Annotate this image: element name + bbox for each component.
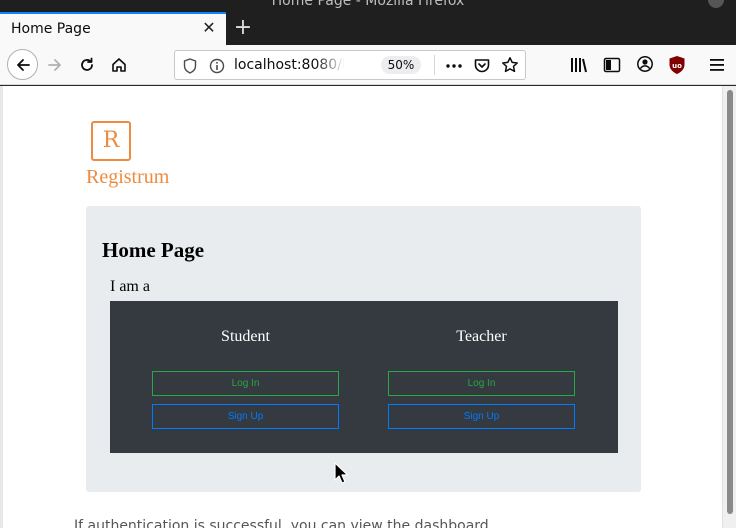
back-button[interactable] [7, 49, 38, 80]
bookmark-star-icon[interactable] [501, 56, 519, 74]
more-actions-icon[interactable] [445, 57, 463, 75]
page-title: Home Page [102, 238, 205, 262]
student-role-title: Student [221, 328, 270, 345]
reload-button[interactable] [73, 51, 101, 79]
sidebar-icon[interactable] [603, 56, 621, 74]
reload-icon [81, 57, 93, 71]
student-signup-button[interactable]: Sign Up [152, 404, 339, 429]
registrum-logo: R [91, 121, 131, 161]
scrollbar-thumb[interactable] [727, 90, 733, 514]
teacher-signup-button[interactable]: Sign Up [388, 404, 575, 429]
teacher-role-title: Teacher [456, 328, 507, 345]
url-fade [315, 53, 345, 77]
arrow-left-icon [16, 58, 30, 71]
close-icon[interactable]: ✕ [201, 19, 217, 37]
library-icon[interactable] [570, 56, 590, 74]
page-viewport: R Registrum Home Page I am a Student Log… [0, 86, 736, 528]
home-card: Home Page I am a Student Log In Sign Up … [86, 206, 641, 492]
svg-text:uo: uo [672, 62, 682, 70]
new-tab-button[interactable]: + [232, 15, 254, 41]
window-titlebar: Home Page - Mozilla Firefox [0, 0, 736, 12]
tracking-shield-icon[interactable] [183, 58, 197, 74]
urlbar-divider [434, 55, 435, 75]
brand-name: Registrum [86, 166, 170, 188]
tab-bar: Home Page ✕ + [0, 12, 736, 45]
zoom-level-badge[interactable]: 50% [381, 56, 421, 74]
home-button[interactable] [105, 51, 133, 79]
teacher-login-button[interactable]: Log In [388, 371, 575, 396]
viewport-left-edge [0, 86, 3, 528]
pocket-icon[interactable] [473, 57, 491, 75]
arrow-right-icon [48, 59, 61, 71]
role-selection-panel: Student Log In Sign Up Teacher Log In Si… [110, 301, 618, 453]
mouse-pointer-icon [334, 462, 348, 484]
hamburger-menu-icon[interactable] [708, 56, 726, 74]
window-title: Home Page - Mozilla Firefox [271, 0, 465, 9]
student-role-section: Student Log In Sign Up [152, 301, 339, 453]
tab-home-page[interactable]: Home Page ✕ [0, 12, 226, 45]
background-text: If authentication is successful, you can… [74, 518, 494, 528]
navigation-toolbar: localhost:8080/l 50% uo [0, 45, 736, 85]
teacher-role-section: Teacher Log In Sign Up [388, 301, 575, 453]
ublock-origin-icon[interactable]: uo [668, 55, 686, 75]
vertical-scrollbar[interactable] [722, 86, 736, 528]
info-icon[interactable] [209, 58, 225, 74]
role-prompt: I am a [110, 278, 150, 295]
tab-title: Home Page [11, 21, 91, 37]
student-login-button[interactable]: Log In [152, 371, 339, 396]
home-icon [112, 58, 126, 72]
forward-button[interactable] [41, 51, 69, 79]
account-icon[interactable] [636, 55, 654, 73]
url-bar[interactable]: localhost:8080/l 50% [174, 50, 526, 80]
